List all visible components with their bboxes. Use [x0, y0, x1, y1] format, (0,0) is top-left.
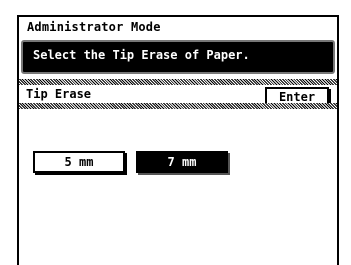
mode-title: Administrator Mode — [27, 20, 161, 34]
option-7mm-button[interactable]: 7 mm — [136, 151, 228, 173]
message-text: Select the Tip Erase of Paper. — [33, 48, 250, 62]
message-bar: Select the Tip Erase of Paper. — [21, 40, 335, 74]
hatched-divider-bottom — [19, 103, 337, 109]
hatched-divider-top — [19, 79, 337, 85]
option-5mm-button[interactable]: 5 mm — [33, 151, 125, 173]
section-label: Tip Erase — [26, 87, 92, 101]
control-panel-screen: Administrator Mode Select the Tip Erase … — [17, 15, 339, 265]
